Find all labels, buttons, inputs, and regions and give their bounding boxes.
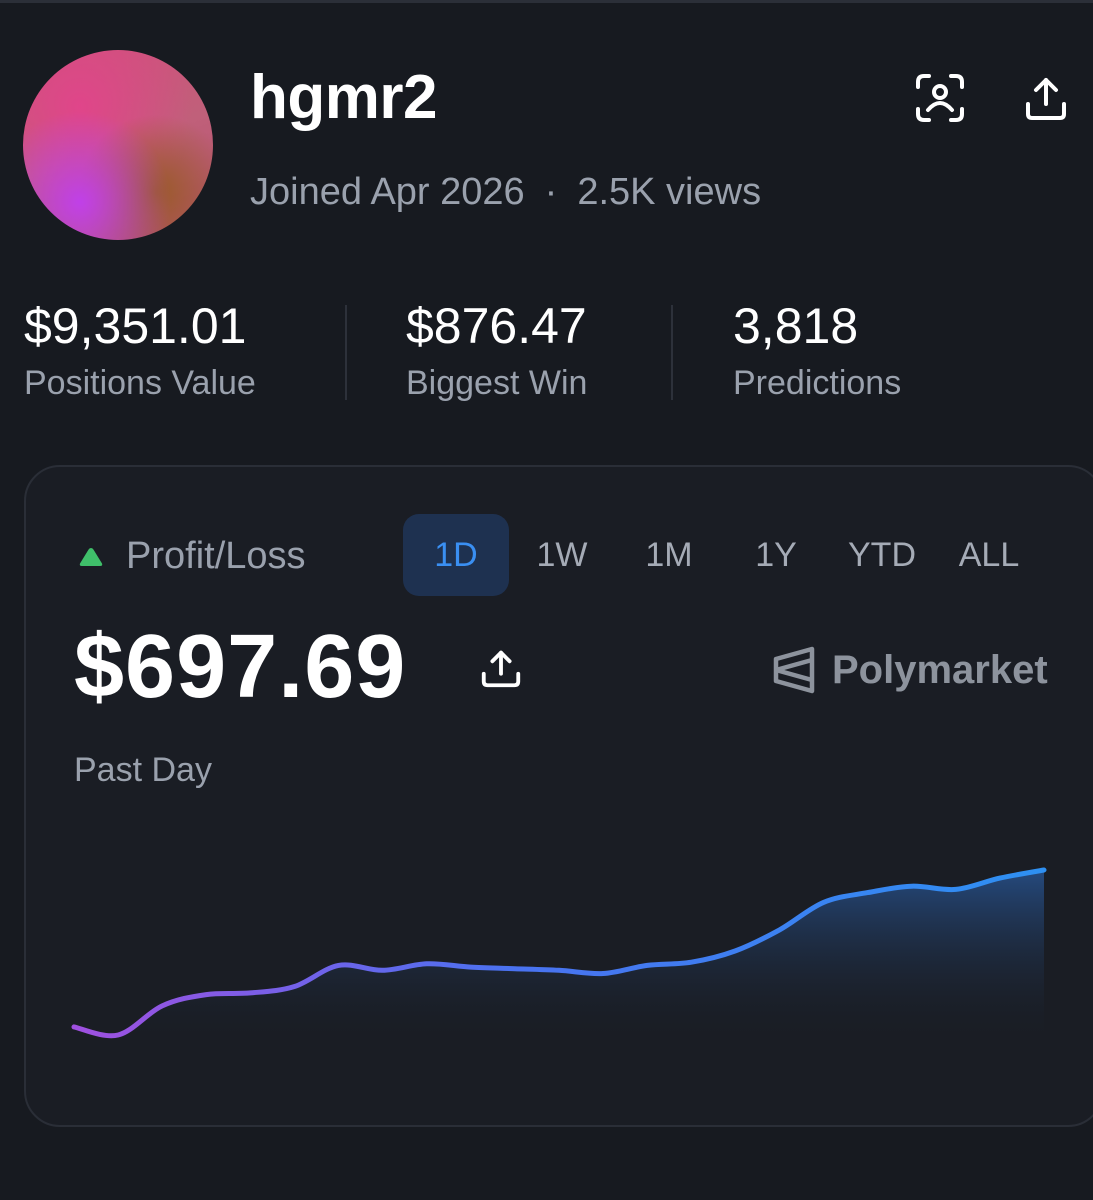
polymarket-brand: Polymarket bbox=[772, 645, 1048, 695]
stat-label: Positions Value bbox=[24, 363, 256, 402]
avatar[interactable] bbox=[23, 50, 213, 240]
share-pnl-button[interactable] bbox=[478, 645, 524, 691]
profit-loss-heading: Profit/Loss bbox=[78, 534, 306, 580]
brand-name: Polymarket bbox=[832, 648, 1048, 692]
profit-loss-value: $697.69 bbox=[74, 617, 407, 717]
profit-loss-label: Profit/Loss bbox=[126, 535, 306, 577]
stat-divider bbox=[345, 305, 347, 400]
scan-user-icon bbox=[916, 74, 964, 122]
stat-value: 3,818 bbox=[733, 298, 859, 354]
stat-positions-value: $9,351.01 Positions Value bbox=[24, 298, 256, 403]
share-upload-icon bbox=[481, 650, 521, 688]
polymarket-logo-icon bbox=[772, 645, 816, 695]
stat-label: Predictions bbox=[733, 363, 902, 402]
stat-value: $876.47 bbox=[406, 298, 587, 354]
stat-divider bbox=[671, 305, 673, 400]
period-label: Past Day bbox=[74, 751, 212, 789]
meta-separator: · bbox=[544, 171, 558, 213]
profile-meta: Joined Apr 2026 · 2.5K views bbox=[250, 170, 761, 216]
stat-predictions: 3,818 Predictions bbox=[733, 298, 901, 403]
stat-label: Biggest Win bbox=[406, 363, 588, 402]
scan-user-button[interactable] bbox=[912, 70, 968, 126]
top-divider bbox=[0, 0, 1093, 3]
joined-date: Joined Apr 2026 bbox=[250, 171, 525, 213]
share-profile-button[interactable] bbox=[1018, 70, 1074, 126]
tab-1d[interactable]: 1D bbox=[403, 514, 509, 596]
stat-biggest-win: $876.47 Biggest Win bbox=[406, 298, 587, 403]
tab-1m[interactable]: 1M bbox=[615, 514, 723, 596]
tab-all[interactable]: ALL bbox=[935, 514, 1043, 596]
tab-ytd[interactable]: YTD bbox=[829, 514, 935, 596]
tab-1y[interactable]: 1Y bbox=[723, 514, 829, 596]
username: hgmr2 bbox=[250, 63, 437, 132]
view-count: 2.5K views bbox=[577, 171, 762, 213]
stat-value: $9,351.01 bbox=[24, 298, 247, 354]
share-upload-icon bbox=[1026, 78, 1066, 120]
tab-1w[interactable]: 1W bbox=[509, 514, 615, 596]
triangle-up-icon bbox=[78, 546, 104, 568]
